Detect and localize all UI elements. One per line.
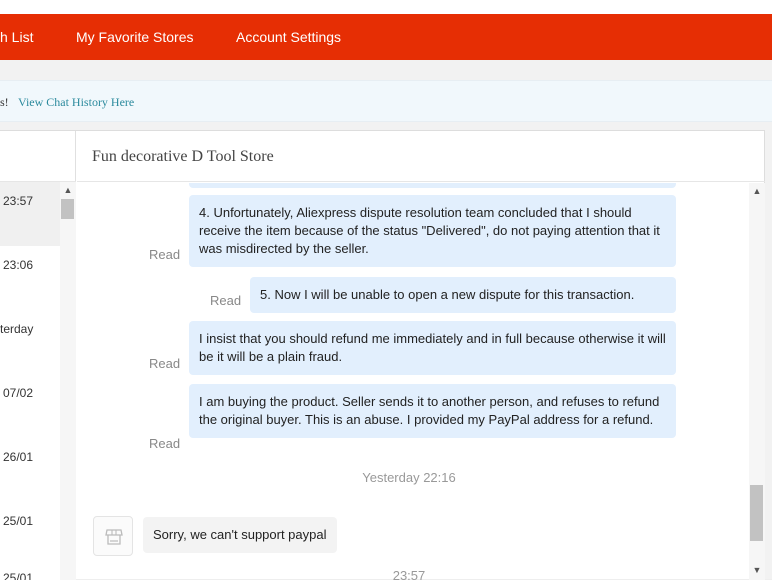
read-status: Read [149, 356, 181, 371]
conversation-time: 23:57 [3, 194, 34, 208]
scrollbar-thumb[interactable] [61, 199, 74, 219]
incoming-message-bubble: Sorry, we can't support paypal [143, 517, 337, 553]
notice-bar: s! View Chat History Here [0, 80, 772, 122]
conversation-time: 23:06 [3, 258, 34, 272]
message-bubble: I insist that you should refund me immed… [189, 321, 676, 375]
chat-messages: Read 4. Unfortunately, Aliexpress disput… [77, 183, 765, 580]
conversation-item[interactable]: 07/02 [0, 374, 60, 438]
scrollbar-thumb[interactable] [750, 485, 763, 541]
scroll-up-arrow-icon[interactable]: ▲ [751, 185, 763, 197]
conversation-item[interactable]: 25/01 [0, 566, 60, 580]
chat-panel: 23:57 23:06 terday 07/02 26/01 25/01 25/… [0, 130, 765, 580]
top-navbar: h List My Favorite Stores Account Settin… [0, 14, 772, 60]
nav-my-favorite-stores[interactable]: My Favorite Stores [76, 14, 193, 60]
nav-account-settings[interactable]: Account Settings [236, 14, 341, 60]
nav-wish-list[interactable]: h List [0, 14, 33, 60]
conversation-item[interactable]: 25/01 [0, 502, 60, 566]
conversation-time: 26/01 [3, 450, 34, 464]
message-bubble: 4. Unfortunately, Aliexpress dispute res… [189, 195, 676, 267]
view-chat-history-link[interactable]: View Chat History Here [18, 81, 134, 123]
top-strip [0, 0, 772, 14]
conversation-time: 25/01 [3, 514, 34, 528]
chat-scrollbar[interactable]: ▲ ▼ [749, 183, 765, 580]
message-bubble: I am buying the product. Seller sends it… [189, 384, 676, 438]
conversation-list: 23:57 23:06 terday 07/02 26/01 25/01 25/… [0, 131, 76, 580]
notice-text: s! [0, 95, 9, 109]
message-bubble: 5. Now I will be unable to open a new di… [250, 277, 676, 313]
scroll-up-arrow-icon[interactable]: ▲ [62, 184, 74, 196]
conversation-item[interactable]: terday [0, 310, 60, 374]
read-status: Read [210, 293, 242, 308]
conversation-time: 07/02 [3, 386, 34, 400]
chat-header: Fun decorative D Tool Store [77, 131, 765, 182]
conversation-item[interactable]: 23:57 [0, 182, 60, 246]
store-icon [105, 529, 123, 545]
conversation-item[interactable]: 23:06 [0, 246, 60, 310]
message-bubble-partial [189, 183, 676, 188]
conversation-list-scrollbar[interactable]: ▲ [60, 182, 76, 580]
store-name-title: Fun decorative D Tool Store [92, 148, 274, 165]
message-timestamp: Yesterday 22:16 [362, 470, 456, 485]
read-status: Read [149, 436, 181, 451]
conversation-time: terday [0, 322, 34, 336]
scroll-down-arrow-icon[interactable]: ▼ [751, 564, 763, 576]
store-avatar [93, 516, 133, 556]
conversation-item[interactable]: 26/01 [0, 438, 60, 502]
read-status: Read [149, 247, 181, 262]
message-timestamp: 23:57 [392, 568, 426, 580]
conversation-list-header [0, 131, 76, 182]
